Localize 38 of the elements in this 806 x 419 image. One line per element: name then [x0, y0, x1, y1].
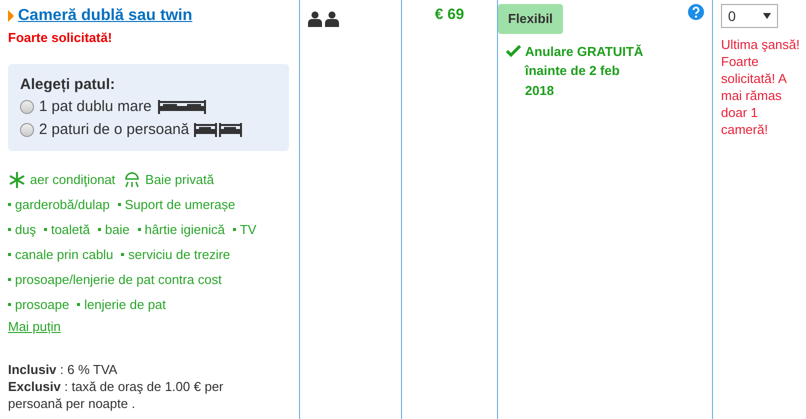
facility-label: TV: [240, 220, 256, 239]
facility-label: serviciu de trezire: [128, 246, 230, 264]
bed-option-label: 1 pat dublu mare: [39, 97, 152, 117]
quantity-select[interactable]: 0: [721, 4, 778, 28]
facility-label: baie: [105, 220, 130, 239]
less-link[interactable]: Mai puțin: [8, 317, 61, 336]
facility-label: prosoape: [15, 296, 70, 314]
room-title-link[interactable]: Cameră dublă sau twin: [18, 4, 192, 28]
shower-icon: [123, 170, 142, 188]
bed-option-label: 2 paturi de o persoană: [39, 120, 190, 140]
facility-label: canale prin cablu: [15, 246, 114, 264]
check-icon: [506, 44, 521, 56]
price-text: € 69: [434, 5, 466, 25]
snowflake-icon: [8, 170, 26, 188]
radio-button[interactable]: [20, 100, 34, 114]
tax-note: Inclusiv : 6 % TVA: [8, 360, 118, 378]
tax-note: Exclusiv : taxă de oraş de 1.00 € per persoană per noapte .: [8, 378, 224, 412]
caret-icon: [763, 13, 771, 19]
two-beds-icon: [194, 122, 242, 137]
radio-button[interactable]: [20, 122, 34, 137]
double-bed-icon: [156, 100, 207, 114]
facility-label: Suport de umerașe: [124, 196, 236, 214]
facility-label: Baie privată: [145, 170, 214, 189]
cancellation-text: Anulare GRATUITĂ înainte de 2 feb 2018: [525, 42, 644, 100]
demand-text: Foarte solicitată!: [8, 29, 114, 47]
help-icon[interactable]: [688, 4, 704, 20]
facility-label: garderobă/dulap: [15, 196, 110, 214]
facility-label: prosoape/lenjerie de pat contra cost: [15, 270, 222, 289]
facility-label: toaletă: [50, 220, 90, 239]
bed-choice-heading: Alegeți patul:: [20, 74, 116, 94]
facility-label: duş: [15, 220, 36, 239]
facility-label: aer condiţionat: [30, 170, 116, 189]
policy-badge: Flexibil: [498, 4, 563, 34]
availability-warning: Ultima şansă! Foarte solicitată! A mai rămas doar 1 cameră!: [721, 36, 801, 138]
facility-label: hârtie igienică: [144, 220, 225, 239]
facility-label: lenjerie de pat: [84, 296, 166, 314]
two-persons-icon: [308, 10, 340, 27]
triangle-icon: [8, 10, 14, 22]
